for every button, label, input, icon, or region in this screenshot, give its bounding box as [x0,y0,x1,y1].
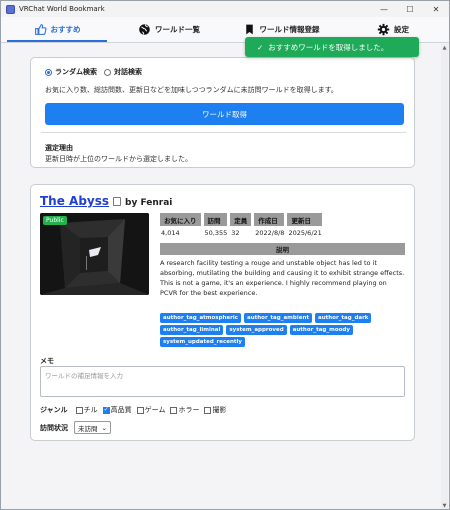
tab-label: 設定 [394,25,409,34]
genre-option-game[interactable]: ゲーム [136,405,166,415]
stat-created: 作成日 2022/8/8 [254,213,285,237]
checkbox[interactable] [170,406,178,414]
scroll-down-icon[interactable]: ▼ [441,502,448,509]
stat-value: 50,355 [204,229,228,237]
chevron-down-icon: ⌄ [101,423,107,432]
tag[interactable]: author_tag_atmospheric [160,313,242,323]
stat-label: お気に入り [160,213,201,226]
world-name-link[interactable]: The Abyss [40,194,109,208]
memo-label: メモ [40,357,54,365]
world-description: A research facility testing a rouge and … [160,259,405,297]
tab-recommend[interactable]: おすすめ [1,17,113,42]
world-header: The Abyss by Fenrai [40,194,172,208]
radio-label: 対話検索 [114,68,142,76]
tag[interactable]: system_approved [226,325,287,335]
recommend-panel: ランダム検索 対話検索 お気に入り数、総訪問数、更新日などを加味しつつランダムに… [30,57,415,168]
reason-title: 選定理由 [45,144,73,152]
visit-label: 訪問状況 [40,423,68,432]
stat-label: 訪問 [203,213,228,226]
memo-input[interactable] [40,366,405,397]
description-header: 説明 [160,243,405,255]
gear-icon [377,23,390,36]
tag[interactable]: system_updated_recently [160,337,245,347]
stat-label: 更新日 [287,213,322,226]
close-icon[interactable]: ✕ [423,1,449,17]
checkbox-label: 高品質 [110,406,132,414]
world-stats: お気に入り 4,014 訪問 50,355 定員 32 作成日 2022/8/8… [160,213,322,237]
public-badge: Public [43,216,67,225]
checkbox-label: ゲーム [144,406,166,414]
stat-favorites: お気に入り 4,014 [160,213,201,237]
radio-random[interactable]: ランダム検索 [45,67,97,77]
title-bar: VRChat World Bookmark — ☐ ✕ [1,1,449,17]
tab-label: ワールド一覧 [155,25,200,34]
world-card: The Abyss by Fenrai Public お気に入り 4,014 訪… [30,184,415,441]
visit-status-value: 未訪問 [78,424,98,433]
tag-list: author_tag_atmospheric author_tag_ambien… [160,313,406,347]
genre-label: ジャンル [40,406,68,414]
visit-row: 訪問状況 未訪問 ⌄ [40,421,111,434]
toast-text: おすすめワールドを取得しました。 [268,42,389,52]
radio-button[interactable] [104,68,111,76]
tab-world-list[interactable]: ワールド一覧 [113,17,225,42]
divider [41,132,406,133]
success-toast: ✓ おすすめワールドを取得しました。 [245,37,419,57]
thumbs-up-icon [34,24,47,35]
stat-visits: 訪問 50,355 [203,213,228,237]
bookmark-icon [245,24,253,35]
check-icon: ✓ [257,42,264,52]
checkbox[interactable] [102,406,110,414]
genre-option-photo[interactable]: 撮影 [204,405,226,415]
window-controls: — ☐ ✕ [371,1,449,17]
tab-label: ワールド情報登録 [259,25,320,34]
search-description: お気に入り数、総訪問数、更新日などを加味しつつランダムに未訪問ワールドを取得しま… [45,86,338,94]
tab-label: おすすめ [50,25,81,34]
stat-value: 32 [231,229,240,237]
maximize-icon[interactable]: ☐ [397,1,423,17]
tag[interactable]: author_tag_dark [315,313,372,323]
checkbox-label: ホラー [178,406,200,414]
tag[interactable]: author_tag_ambient [244,313,312,323]
stat-label: 作成日 [254,213,285,226]
stat-label: 定員 [230,213,252,226]
scrollbar[interactable]: ▲ ▼ [441,44,448,509]
stat-value: 2022/8/8 [255,229,285,237]
app-window: VRChat World Bookmark — ☐ ✕ おすすめ ワールド一覧 … [0,0,450,510]
genre-option-chill[interactable]: チル [75,405,98,415]
stat-value: 4,014 [161,229,180,237]
tag[interactable]: author_tag_moody [289,325,353,335]
search-mode-group: ランダム検索 対話検索 [45,67,142,77]
genre-option-high-quality[interactable]: 高品質 [102,405,132,415]
checkbox[interactable] [136,406,144,414]
stat-updated: 更新日 2025/6/21 [287,213,322,237]
checkbox[interactable] [75,406,83,414]
stat-value: 2025/6/21 [288,229,322,237]
visit-status-select[interactable]: 未訪問 ⌄ [74,421,111,434]
checkbox-label: 撮影 [212,406,227,414]
genre-row: ジャンル チル 高品質 ゲーム ホラー [40,405,228,415]
scroll-up-icon[interactable]: ▲ [441,44,448,52]
copy-icon[interactable] [113,197,122,206]
fetch-world-button[interactable]: ワールド取得 [45,103,404,125]
radio-button[interactable] [45,68,52,76]
world-author: by Fenrai [125,198,173,208]
tag[interactable]: author_tag_liminal [160,325,224,335]
app-icon [6,4,15,14]
globe-icon [139,24,150,35]
window-title: VRChat World Bookmark [19,5,105,13]
genre-option-horror[interactable]: ホラー [170,405,199,415]
stat-capacity: 定員 32 [230,213,252,237]
world-thumbnail[interactable]: Public [40,213,149,295]
checkbox[interactable] [204,406,212,414]
main-content: ランダム検索 対話検索 お気に入り数、総訪問数、更新日などを加味しつつランダムに… [1,44,441,509]
checkbox-label: チル [83,406,98,414]
reason-text: 更新日時が上位のワールドから選定しました。 [45,155,192,163]
world-thumbnail-image [40,213,149,295]
minimize-icon[interactable]: — [371,1,397,17]
radio-dialog[interactable]: 対話検索 [104,67,142,77]
radio-label: ランダム検索 [55,68,97,76]
